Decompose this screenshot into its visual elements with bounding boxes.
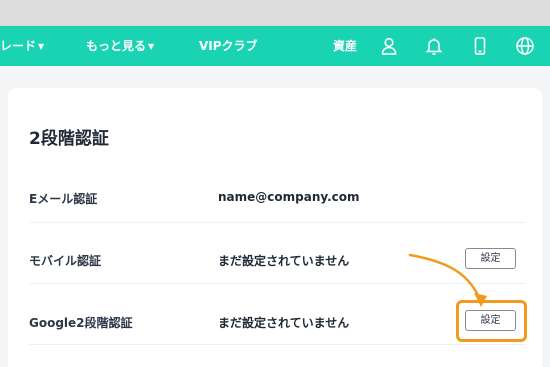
row-divider <box>29 344 526 345</box>
row-divider <box>29 283 526 284</box>
user-icon[interactable] <box>379 36 399 56</box>
nav-assets[interactable]: 資産 <box>333 26 357 66</box>
nav-more-menu[interactable]: もっと見る ▼ <box>86 26 154 66</box>
nav-assets-label: 資産 <box>333 39 358 53</box>
email-auth-value: name@company.com <box>218 190 360 204</box>
mobile-auth-setup-button[interactable]: 設定 <box>465 248 516 269</box>
nav-vip-club[interactable]: VIPクラブ <box>199 26 258 66</box>
top-navbar: レード ▼ もっと見る ▼ VIPクラブ 資産 <box>0 26 550 66</box>
browser-top-strip <box>0 0 550 26</box>
email-auth-label: Eメール認証 <box>29 192 98 206</box>
section-title: 2段階認証 <box>29 129 109 149</box>
nav-more-label: もっと見る <box>86 39 147 53</box>
nav-vip-label: VIPクラブ <box>199 39 258 53</box>
mobile-icon[interactable] <box>470 36 490 56</box>
mobile-auth-label: モバイル認証 <box>29 254 102 268</box>
globe-icon[interactable] <box>515 36 535 56</box>
bell-icon[interactable] <box>424 36 444 56</box>
nav-trade-label: レード <box>0 39 37 53</box>
highlight-box <box>456 300 527 342</box>
caret-down-icon: ▼ <box>148 42 155 51</box>
nav-trade-menu[interactable]: レード ▼ <box>0 26 44 66</box>
google-auth-status: まだ設定されていません <box>218 316 350 330</box>
mobile-auth-status: まだ設定されていません <box>218 254 350 268</box>
google-auth-label: Google2段階認証 <box>29 316 133 330</box>
caret-down-icon: ▼ <box>38 42 45 51</box>
row-divider <box>29 222 526 223</box>
